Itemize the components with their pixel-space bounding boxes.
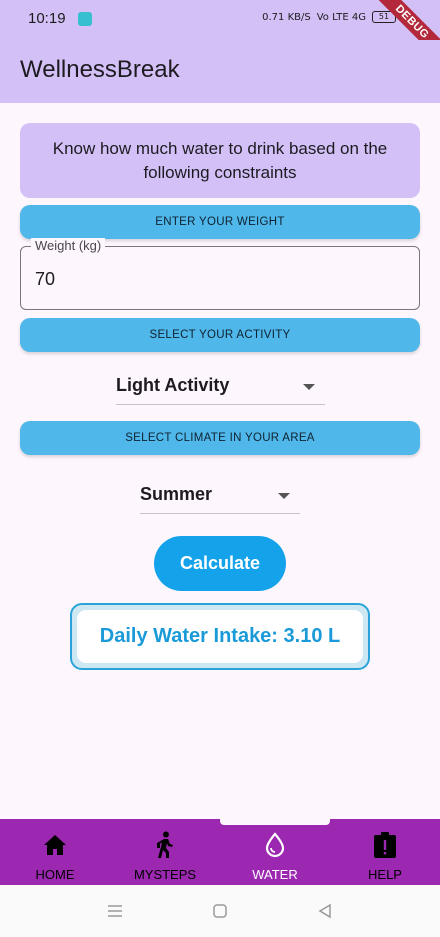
climate-selected: Summer [140, 484, 213, 504]
select-activity-button[interactable]: SELECT YOUR ACTIVITY [20, 318, 420, 352]
nav-label-water: WATER [252, 867, 298, 882]
activity-dropdown[interactable]: Light Activity [116, 367, 325, 405]
calculate-label: Calculate [179, 553, 261, 573]
nav-item-water[interactable]: WATER [220, 819, 330, 885]
walking-icon [110, 831, 220, 859]
select-activity-label: SELECT YOUR ACTIVITY [149, 329, 291, 341]
status-time: 10:19 [28, 10, 66, 27]
select-climate-label: SELECT CLIMATE IN YOUR AREA [125, 432, 315, 444]
climate-dropdown[interactable]: Summer [140, 476, 300, 514]
network-speed: 0.71 KB/S [262, 11, 311, 23]
weight-field[interactable]: Weight (kg) 70 [20, 238, 420, 310]
battery-level: 51 [378, 12, 390, 21]
select-climate-button[interactable]: SELECT CLIMATE IN YOUR AREA [20, 421, 420, 455]
result-card: Daily Water Intake: 3.10 L [70, 603, 370, 670]
app-title: WellnessBreak [20, 56, 180, 83]
system-nav-bar [0, 885, 440, 937]
weight-field-value[interactable]: 70 [35, 269, 55, 290]
nav-item-help[interactable]: HELP [330, 819, 440, 885]
chevron-down-icon [303, 384, 315, 390]
nav-item-mysteps[interactable]: MYSTEPS [110, 819, 220, 885]
nav-label-home: HOME [35, 867, 75, 882]
enter-weight-label: ENTER YOUR WEIGHT [155, 216, 285, 228]
chevron-down-icon [278, 493, 290, 499]
activity-selected: Light Activity [116, 375, 230, 395]
network-badges: Vo LTE 4G [316, 11, 366, 23]
intro-text: Know how much water to drink based on th… [52, 138, 388, 182]
nav-active-indicator [220, 819, 330, 825]
recents-icon[interactable] [105, 901, 125, 921]
result-inner: Daily Water Intake: 3.10 L [77, 610, 363, 663]
bottom-nav: HOME MYSTEPS WATER HELP [0, 819, 440, 885]
nav-label-mysteps: MYSTEPS [133, 867, 197, 882]
app-bar: WellnessBreak [0, 40, 440, 103]
result-text: Daily Water Intake: 3.10 L [99, 625, 341, 647]
calculate-button[interactable]: Calculate [154, 536, 286, 591]
back-icon[interactable] [315, 901, 335, 921]
weight-field-label: Weight (kg) [31, 238, 106, 253]
water-drop-icon [220, 831, 330, 859]
help-clipboard-icon [330, 831, 440, 859]
intro-card: Know how much water to drink based on th… [20, 123, 420, 198]
status-indicators: 0.71 KB/S Vo LTE 4G 51 [262, 11, 396, 23]
notification-app-icon [78, 12, 92, 26]
nav-item-home[interactable]: HOME [0, 819, 110, 885]
home-icon [0, 831, 110, 859]
home-button-icon[interactable] [210, 901, 230, 921]
nav-label-help: HELP [368, 867, 402, 882]
enter-weight-button[interactable]: ENTER YOUR WEIGHT [20, 205, 420, 239]
status-bar: 10:19 0.71 KB/S Vo LTE 4G 51 [0, 0, 440, 40]
